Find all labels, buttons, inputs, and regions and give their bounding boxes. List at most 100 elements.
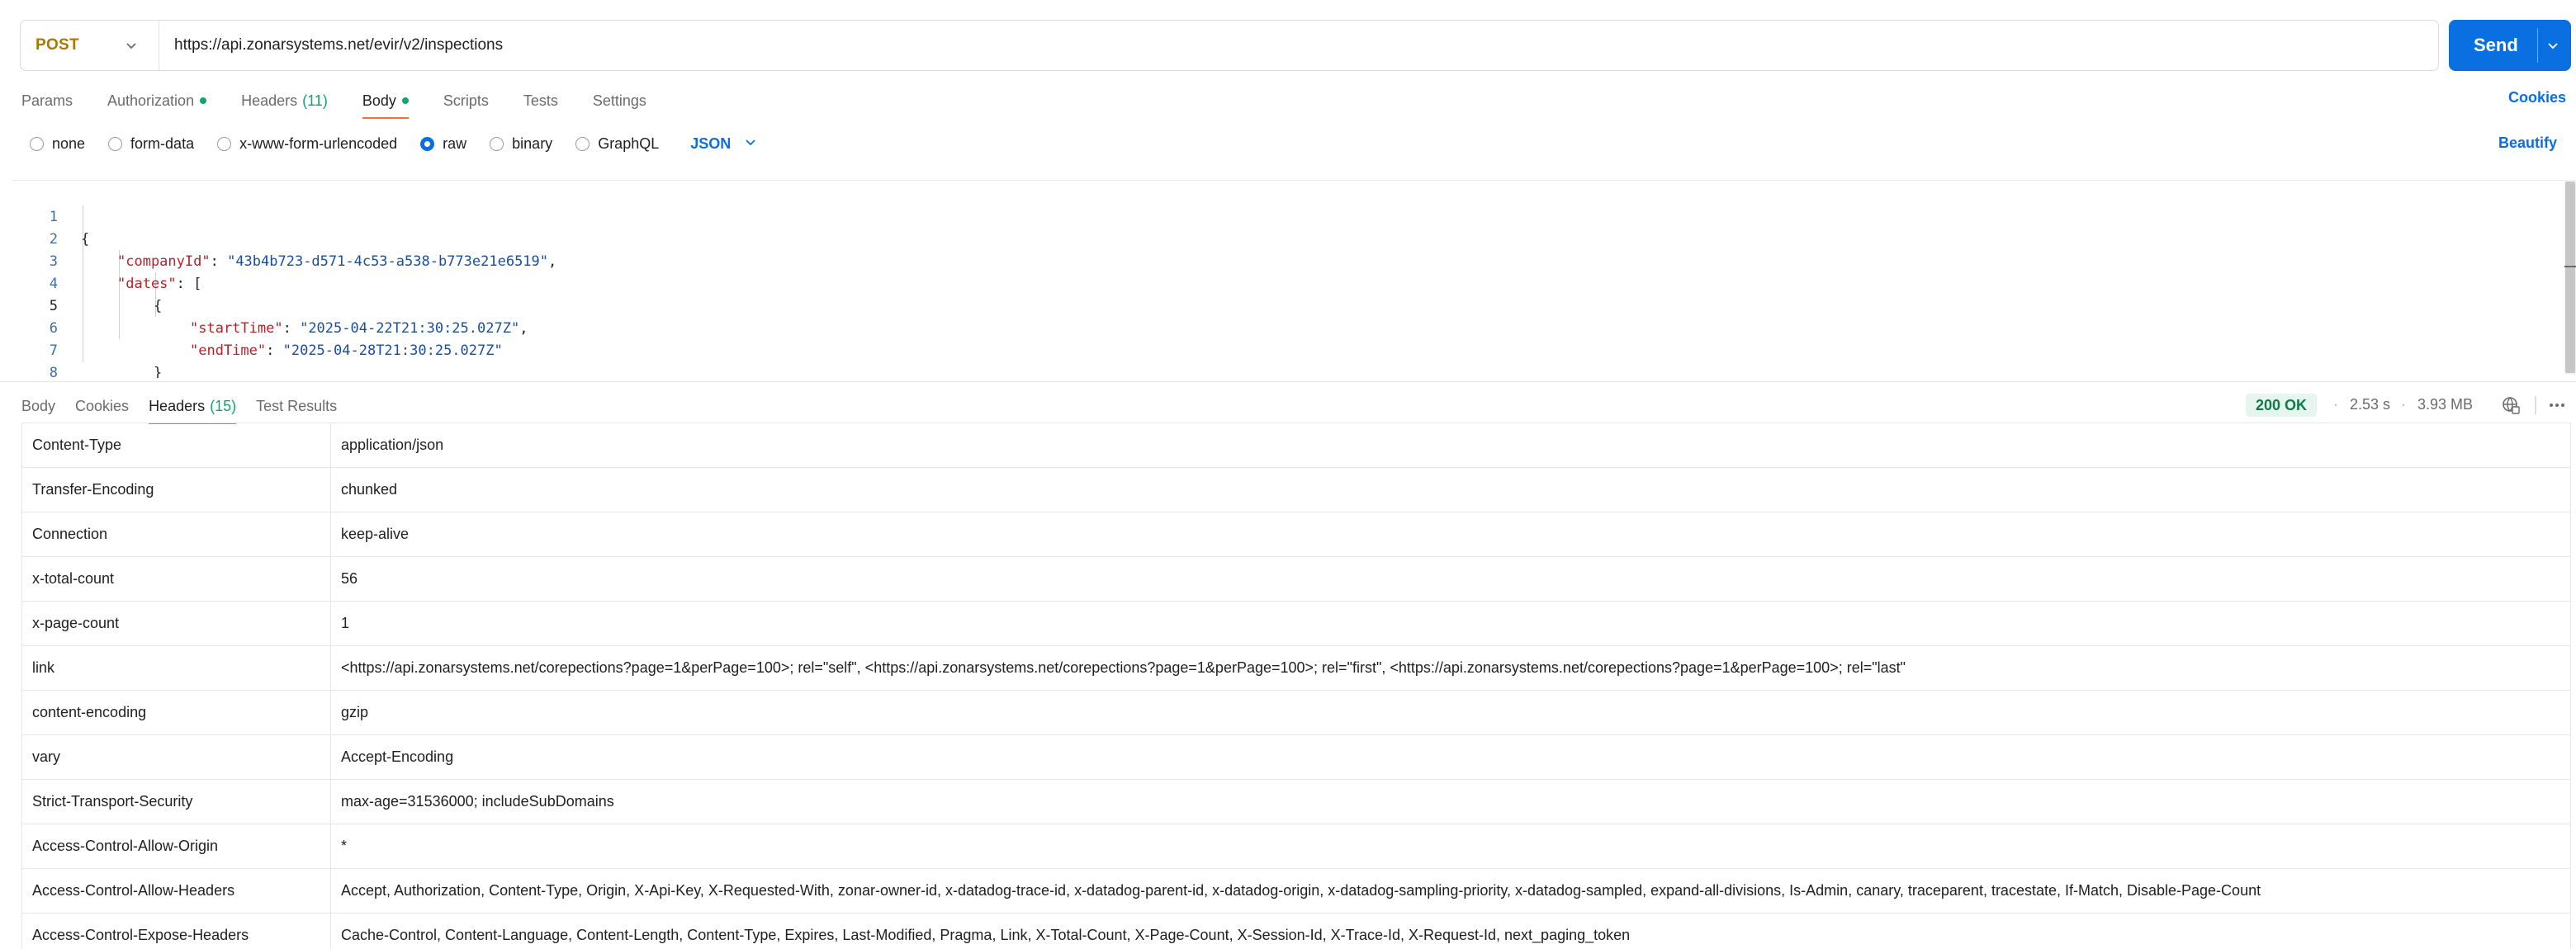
header-key[interactable]: Strict-Transport-Security	[22, 780, 331, 824]
modified-indicator	[200, 97, 207, 104]
code-line: 8 ]	[12, 340, 2564, 378]
toolbar-divider	[2535, 396, 2536, 414]
table-row: link <https://api.zonarsystems.net/corepe…	[21, 646, 2571, 691]
send-button[interactable]: Send	[2449, 20, 2571, 71]
body-code-editor[interactable]: 1 { 2 "companyId": "43b4b723-d571-4c53-a…	[12, 180, 2564, 378]
response-size[interactable]: 3.93 MB	[2417, 396, 2473, 413]
tab-authorization[interactable]: Authorization	[107, 81, 207, 120]
tab-label: Cookies	[75, 397, 130, 414]
header-key[interactable]: Access-Control-Expose-Headers	[22, 914, 331, 949]
radio-button-selected[interactable]	[420, 136, 435, 151]
tab-scripts[interactable]: Scripts	[443, 81, 489, 120]
table-row: x-total-count 56	[21, 557, 2571, 602]
cookies-link[interactable]: Cookies	[2508, 89, 2566, 106]
globe-save-icon[interactable]	[2498, 393, 2523, 418]
tab-body[interactable]: Body	[362, 81, 409, 120]
response-time[interactable]: 2.53 s	[2350, 396, 2390, 413]
header-key[interactable]: Content-Type	[22, 423, 331, 467]
tab-label: Params	[21, 92, 73, 109]
header-key[interactable]: link	[22, 646, 331, 690]
table-row: content-encoding gzip	[21, 691, 2571, 735]
response-tab-test-results[interactable]: Test Results	[256, 386, 337, 426]
table-row: Transfer-Encoding chunked	[21, 468, 2571, 512]
tab-headers[interactable]: Headers (11)	[241, 81, 328, 120]
code-line: 6 "endTime": "2025-04-28T21:30:25.027Z"	[12, 295, 2564, 359]
header-value[interactable]: 1	[331, 602, 2570, 645]
tab-params[interactable]: Params	[21, 81, 73, 120]
response-tab-headers[interactable]: Headers (15)	[149, 386, 237, 426]
request-url-bar: POST https://api.zonarsystems.net/evir/v…	[20, 20, 2439, 71]
editor-scroll-marker	[2564, 266, 2576, 267]
send-divider	[2537, 28, 2538, 63]
method-select[interactable]: POST	[21, 21, 159, 70]
header-value[interactable]: max-age=31536000; includeSubDomains	[331, 780, 2570, 824]
status-badge[interactable]: 200 OK	[2246, 394, 2318, 417]
radio-button[interactable]	[108, 136, 123, 151]
header-value[interactable]: keep-alive	[331, 512, 2570, 556]
header-key[interactable]: Connection	[22, 512, 331, 556]
header-value[interactable]: Accept, Authorization, Content-Type, Ori…	[331, 869, 2570, 913]
header-value[interactable]: *	[331, 824, 2570, 868]
tab-label: Test Results	[256, 397, 338, 414]
table-row: x-page-count 1	[21, 602, 2571, 646]
chevron-down-icon[interactable]	[2546, 39, 2559, 56]
chevron-down-icon	[125, 39, 138, 56]
radio-button[interactable]	[490, 136, 504, 151]
method-label: POST	[36, 36, 79, 54]
code-line: 7 }	[12, 318, 2564, 378]
response-headers-table: Content-Type application/json Transfer-En…	[21, 423, 2571, 949]
radio-button[interactable]	[217, 136, 232, 151]
header-key[interactable]: Access-Control-Allow-Headers	[22, 869, 331, 913]
response-divider[interactable]	[0, 381, 2576, 382]
tab-label: Headers	[149, 397, 206, 414]
body-option-urlencoded[interactable]: x-www-form-urlencoded	[217, 135, 397, 153]
table-row: Access-Control-Allow-Origin *	[21, 824, 2571, 869]
table-row: Content-Type application/json	[21, 423, 2571, 468]
table-row: vary Accept-Encoding	[21, 735, 2571, 780]
header-value[interactable]: application/json	[331, 423, 2570, 467]
tab-label: Tests	[523, 92, 558, 109]
request-tabs: Params Authorization Headers (11) Body Sc…	[21, 81, 681, 120]
meta-separator: ·	[2401, 396, 2406, 413]
header-key[interactable]: Transfer-Encoding	[22, 468, 331, 512]
body-option-form-data[interactable]: form-data	[108, 135, 194, 153]
header-key[interactable]: content-encoding	[22, 691, 331, 734]
radio-button[interactable]	[575, 136, 590, 151]
body-option-raw[interactable]: raw	[420, 135, 466, 153]
header-key[interactable]: vary	[22, 735, 331, 779]
header-value[interactable]: 56	[331, 557, 2570, 601]
meta-separator: ·	[2333, 396, 2338, 413]
code-line: 1 {	[12, 184, 2564, 248]
url-input[interactable]: https://api.zonarsystems.net/evir/v2/ins…	[159, 36, 503, 54]
modified-indicator	[401, 97, 409, 104]
header-value[interactable]: gzip	[331, 691, 2570, 734]
body-type-options: none form-data x-www-form-urlencoded raw…	[30, 132, 757, 155]
header-key[interactable]: Access-Control-Allow-Origin	[22, 824, 331, 868]
header-value[interactable]: chunked	[331, 468, 2570, 512]
header-value[interactable]: Cache-Control, Content-Language, Content…	[331, 914, 2570, 949]
tab-label: Body	[362, 92, 396, 109]
response-tab-body[interactable]: Body	[21, 386, 55, 426]
option-label: x-www-form-urlencoded	[239, 135, 398, 152]
language-select[interactable]: JSON	[690, 135, 757, 153]
more-horizontal-icon[interactable]	[2545, 393, 2569, 418]
body-option-binary[interactable]: binary	[490, 135, 552, 153]
tab-label: Settings	[592, 92, 646, 109]
header-value[interactable]: <https://api.zonarsystems.net/corepectio…	[331, 646, 2570, 690]
table-row: Connection keep-alive	[21, 512, 2571, 557]
body-option-none[interactable]: none	[30, 135, 85, 153]
radio-button[interactable]	[30, 136, 44, 151]
table-row: Strict-Transport-Security max-age=3153600…	[21, 780, 2571, 824]
beautify-button[interactable]: Beautify	[2498, 135, 2557, 152]
header-key[interactable]: x-page-count	[22, 602, 331, 645]
editor-scrollbar-thumb[interactable]	[2565, 182, 2575, 373]
response-tab-cookies[interactable]: Cookies	[75, 386, 129, 426]
body-option-graphql[interactable]: GraphQL	[575, 135, 659, 153]
code-line: 3 "dates": [	[12, 229, 2564, 292]
tab-settings[interactable]: Settings	[593, 81, 646, 120]
code-line: 2 "companyId": "43b4b723-d571-4c53-a538-…	[12, 206, 2564, 270]
header-value[interactable]: Accept-Encoding	[331, 735, 2570, 779]
tab-tests[interactable]: Tests	[523, 81, 558, 120]
option-label: form-data	[130, 135, 195, 152]
header-key[interactable]: x-total-count	[22, 557, 331, 601]
